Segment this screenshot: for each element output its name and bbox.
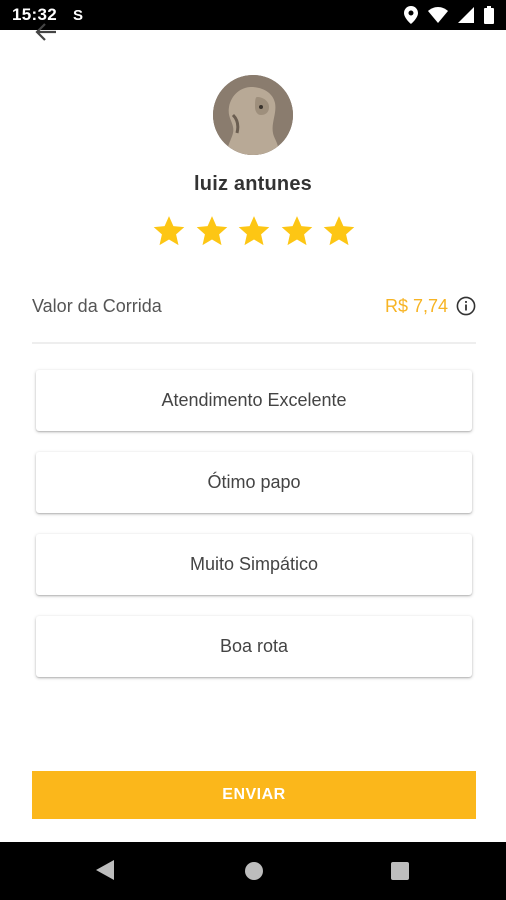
option-atendimento-excelente[interactable]: Atendimento Excelente (36, 370, 472, 431)
status-icons (404, 6, 494, 24)
option-boa-rota[interactable]: Boa rota (36, 616, 472, 677)
compliment-options: Atendimento Excelente Ótimo papo Muito S… (36, 370, 472, 698)
back-arrow-icon[interactable] (34, 22, 58, 42)
divider (32, 342, 476, 344)
avatar (213, 75, 293, 155)
wifi-icon (428, 7, 448, 23)
signal-icon (458, 7, 474, 23)
location-icon (404, 6, 418, 24)
driver-name: luiz antunes (194, 173, 312, 195)
status-bar: 15:32 S (0, 0, 506, 30)
star-icon[interactable] (280, 214, 314, 248)
nav-back-icon[interactable] (95, 859, 115, 881)
option-muito-simpatico[interactable]: Muito Simpático (36, 534, 472, 595)
nav-bar (0, 842, 506, 900)
fare-label: Valor da Corrida (32, 295, 162, 316)
star-icon[interactable] (237, 214, 271, 248)
battery-icon (484, 6, 494, 24)
star-icon[interactable] (152, 214, 186, 248)
rating-stars[interactable] (152, 214, 356, 250)
fare-row: Valor da Corrida R$ 7,74 (32, 292, 476, 320)
fare-value: R$ 7,74 (384, 295, 448, 316)
star-icon[interactable] (195, 214, 229, 248)
info-icon[interactable] (456, 296, 476, 316)
submit-button[interactable]: ENVIAR (32, 771, 476, 819)
nav-recents-icon[interactable] (390, 861, 410, 881)
dog-photo-icon (213, 75, 293, 155)
nav-home-icon[interactable] (244, 861, 264, 881)
notification-icon: S (72, 6, 83, 24)
star-icon[interactable] (322, 214, 356, 248)
option-otimo-papo[interactable]: Ótimo papo (36, 452, 472, 513)
